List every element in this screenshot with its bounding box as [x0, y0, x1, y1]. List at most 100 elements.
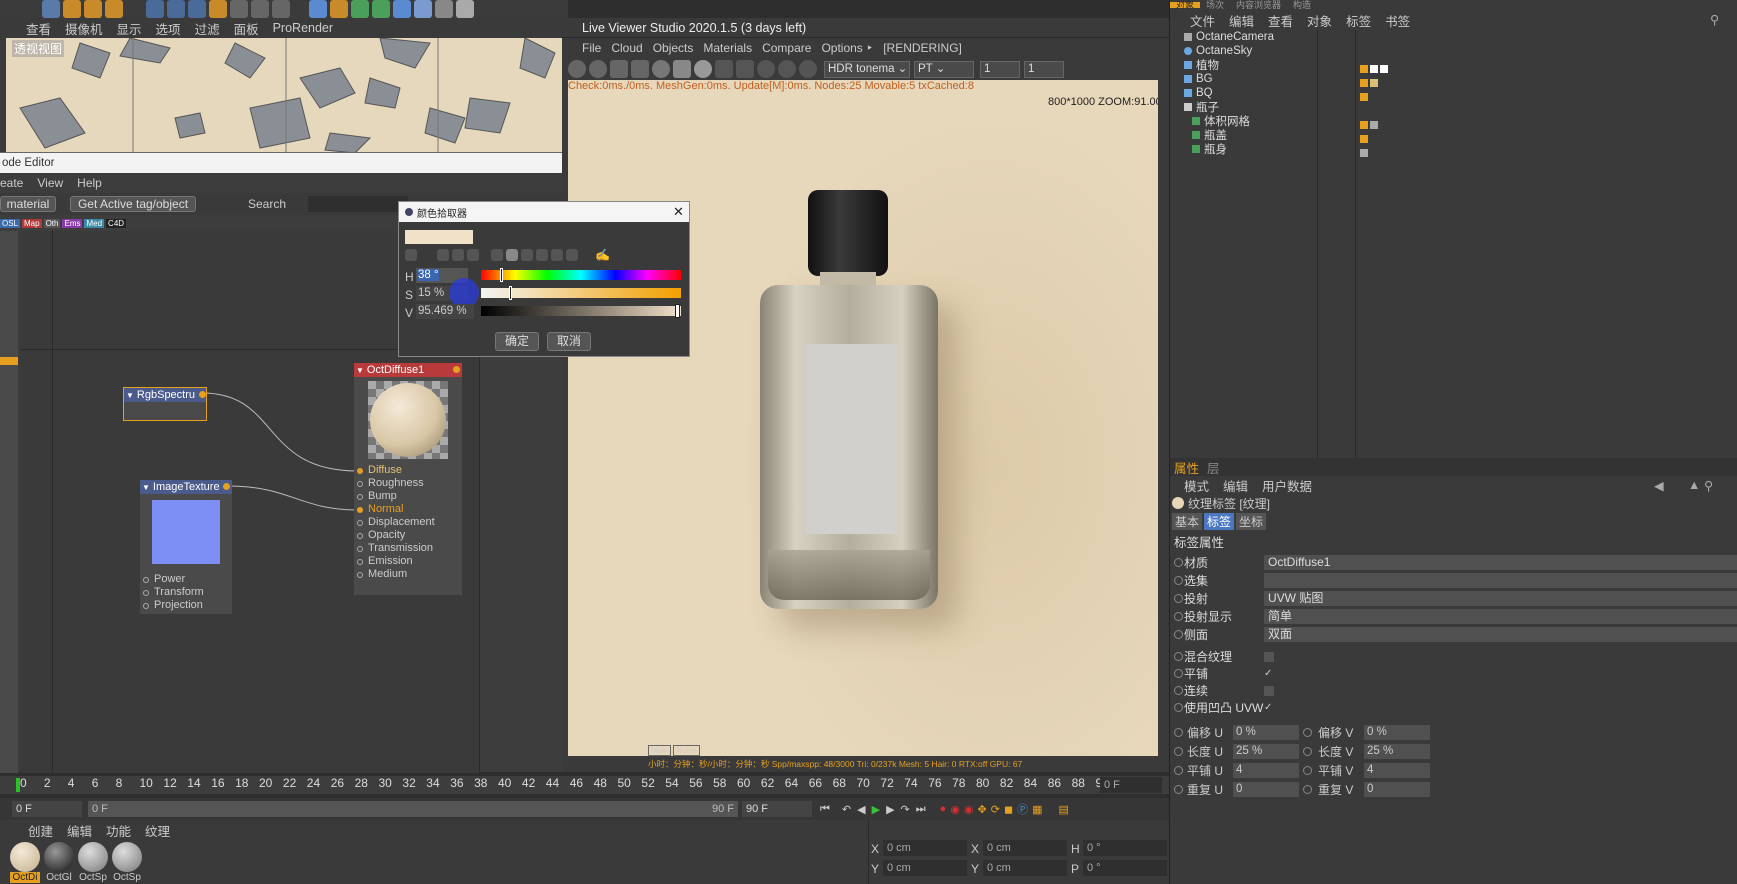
viewport-menu-view[interactable]: 查看: [26, 19, 51, 38]
tag-icon[interactable]: [1370, 79, 1378, 87]
tiles-u-field[interactable]: 4: [1233, 762, 1299, 778]
tab-content-browser[interactable]: 内容浏览器: [1230, 0, 1287, 9]
tree-item-bq[interactable]: BQ: [1180, 86, 1380, 100]
tag-icon[interactable]: [1360, 79, 1368, 87]
subtab-tag[interactable]: 标签: [1204, 512, 1235, 530]
port-normal[interactable]: Normal: [368, 503, 403, 515]
material-pick-icon[interactable]: [778, 60, 796, 78]
repeat-u-field[interactable]: 0: [1233, 781, 1299, 797]
info-icon[interactable]: [799, 60, 817, 78]
tonemap-select[interactable]: HDR tonema ⌄: [824, 60, 910, 78]
oct-diffuse-node[interactable]: ▼ OctDiffuse1 Diffuse Roughness Bump Nor…: [354, 363, 462, 595]
port-dot[interactable]: [357, 481, 363, 487]
port-dot[interactable]: [357, 572, 363, 578]
move-key-icon[interactable]: ✥: [978, 803, 987, 816]
film-icon[interactable]: [736, 60, 754, 78]
tree-item-bottle-body[interactable]: 瓶身: [1180, 142, 1380, 156]
mat-menu-create[interactable]: 创建: [28, 821, 53, 840]
port-dot[interactable]: [143, 590, 149, 596]
value-handle[interactable]: [675, 304, 680, 318]
tab-layers[interactable]: 层: [1203, 458, 1224, 477]
coord-size-x-field[interactable]: 0 cm: [983, 840, 1067, 856]
send-scene-icon[interactable]: [568, 60, 586, 78]
next-key-icon[interactable]: ↷: [901, 803, 910, 816]
viewport-menu-prorender[interactable]: ProRender: [273, 21, 333, 35]
hue-slider[interactable]: [481, 270, 681, 280]
viewer-menu-compare[interactable]: Compare: [762, 41, 811, 55]
frame-right-field[interactable]: 0 F: [1100, 777, 1162, 793]
coord-h-field[interactable]: 0 °: [1083, 840, 1167, 856]
image-texture-node[interactable]: ▼ ImageTexture Power Transform Projectio…: [140, 480, 232, 614]
tree-item-octane-camera[interactable]: OctaneCamera: [1180, 30, 1380, 44]
nurbs-icon[interactable]: [351, 0, 369, 18]
render-icon[interactable]: [230, 0, 248, 18]
saturation-handle[interactable]: [509, 286, 512, 300]
hue-handle[interactable]: [500, 268, 503, 282]
focus-icon[interactable]: [757, 60, 775, 78]
eyedropper-icon[interactable]: ✍: [595, 248, 610, 262]
output-port[interactable]: [223, 483, 230, 490]
viewport-menu-options[interactable]: 选项: [156, 19, 181, 38]
rotate-key-icon[interactable]: ⟳: [991, 803, 1000, 816]
camera-icon[interactable]: [435, 0, 453, 18]
stop-icon[interactable]: [631, 60, 649, 78]
obj-menu-object[interactable]: 对象: [1307, 11, 1332, 30]
value-input[interactable]: 95.469 %: [416, 304, 474, 319]
coord-x-field[interactable]: 0 cm: [883, 840, 967, 856]
ok-button[interactable]: 确定: [495, 332, 539, 351]
current-frame-field[interactable]: 0 F: [12, 801, 82, 817]
param-key-icon[interactable]: Ⓟ: [1017, 801, 1028, 817]
material-slot[interactable]: OctSp: [78, 842, 108, 884]
play-icon[interactable]: ▶: [872, 803, 880, 816]
goto-end-icon[interactable]: ⏭: [916, 803, 926, 816]
tab-attributes[interactable]: 属性: [1170, 458, 1203, 477]
param-projection[interactable]: 投射 UVW 贴图: [1170, 590, 1737, 607]
tree-item-octane-sky[interactable]: OctaneSky: [1180, 44, 1380, 58]
mat-menu-texture[interactable]: 纹理: [145, 821, 170, 840]
tag-icon[interactable]: [1380, 65, 1388, 73]
rotate-icon[interactable]: [84, 0, 102, 18]
scale-icon[interactable]: [63, 0, 81, 18]
prev-key-icon[interactable]: ↶: [842, 803, 851, 816]
close-icon[interactable]: ✕: [673, 204, 684, 220]
x-axis-icon[interactable]: [146, 0, 164, 18]
viewer-menu-objects[interactable]: Objects: [653, 41, 694, 55]
render-view[interactable]: Check:0ms./0ms. MeshGen:0ms. Update[M]:0…: [568, 80, 1158, 756]
object-tree[interactable]: OctaneCamera OctaneSky 植物 BG BQ 瓶子 体积网格 …: [1180, 30, 1320, 170]
scene-icon[interactable]: [414, 0, 432, 18]
port-dot[interactable]: [357, 546, 363, 552]
record-icon[interactable]: ●: [940, 803, 947, 815]
port-dot[interactable]: [143, 577, 149, 583]
add-icon[interactable]: [105, 0, 123, 18]
settings-mode-icon[interactable]: [566, 249, 578, 261]
param-side[interactable]: 侧面 双面: [1170, 626, 1737, 643]
cube-icon[interactable]: [309, 0, 327, 18]
spectrum-mode-icon[interactable]: [437, 249, 449, 261]
value-field-2[interactable]: 1: [1024, 60, 1064, 78]
port-dot[interactable]: [357, 533, 363, 539]
tag-icon[interactable]: [1370, 121, 1378, 129]
tag-icon[interactable]: [1360, 135, 1368, 143]
search-icon[interactable]: ⚲: [1704, 478, 1713, 493]
light-icon[interactable]: [456, 0, 474, 18]
end-frame-field[interactable]: 90 F: [742, 801, 812, 817]
collapse-icon[interactable]: ▼: [126, 391, 134, 400]
rgb-mode-icon[interactable]: [491, 249, 503, 261]
material-slot[interactable]: OctDi: [10, 842, 40, 884]
port-power[interactable]: Power: [154, 573, 185, 585]
z-axis-icon[interactable]: [188, 0, 206, 18]
obj-menu-bookmarks[interactable]: 书签: [1385, 11, 1410, 30]
check-seamless[interactable]: 连续: [1170, 682, 1370, 699]
hex-mode-icon[interactable]: [551, 249, 563, 261]
coord-icon[interactable]: [209, 0, 227, 18]
back-arrow-icon[interactable]: ◀: [1654, 478, 1664, 493]
tree-item-cap[interactable]: 瓶盖: [1180, 128, 1380, 142]
tree-item-bottle[interactable]: 瓶子: [1180, 100, 1380, 114]
mat-menu-function[interactable]: 功能: [106, 821, 131, 840]
param-selection[interactable]: 选集: [1170, 572, 1737, 589]
autokey-icon[interactable]: ◉: [950, 803, 960, 816]
viewer-menu-options[interactable]: Options ‣: [821, 41, 873, 55]
attr-menu-user-data[interactable]: 用户数据: [1262, 476, 1312, 495]
port-displacement[interactable]: Displacement: [368, 516, 435, 528]
sphere-icon[interactable]: [694, 60, 712, 78]
